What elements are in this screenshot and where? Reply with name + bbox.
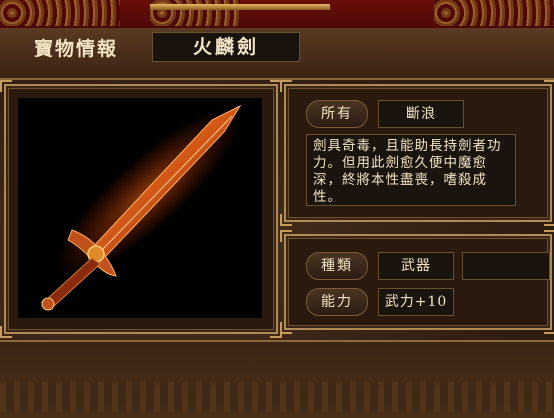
gold-trim [150, 4, 330, 10]
owner-value: 斷浪 [378, 100, 464, 128]
frame-corner [280, 230, 292, 242]
frame-corner [280, 214, 292, 226]
frame-corner [544, 230, 554, 242]
type-extra-field [462, 252, 550, 280]
ability-value: 武力+10 [378, 288, 454, 316]
type-label: 種類 [306, 252, 368, 280]
cloud-ornament [434, 0, 554, 26]
item-name: 火麟劍 [152, 32, 300, 62]
item-stats-panel: 種類 武器 能力 武力+10 [280, 230, 554, 334]
sword-illustration [41, 104, 242, 311]
panel-title: 寶物情報 [34, 38, 119, 60]
item-description: 劍具奇毒，且能助長持劍者功力。但用此劍愈久便中魔愈深，終將本性盡喪，嗜殺成性。 [306, 134, 516, 206]
owner-label: 所有 [306, 100, 368, 128]
cloud-ornament [0, 0, 120, 26]
frame-corner [0, 80, 12, 92]
top-ornament-strip [0, 0, 554, 30]
frame-corner [544, 214, 554, 226]
item-info-panel: 所有 斷浪 劍具奇毒，且能助長持劍者功力。但用此劍愈久便中魔愈深，終將本性盡喪，… [280, 80, 554, 226]
item-image-frame [0, 80, 282, 338]
frame-corner [0, 326, 12, 338]
frame-corner [280, 80, 292, 92]
lattice-ornament [0, 382, 554, 412]
item-image [18, 98, 262, 318]
type-value: 武器 [378, 252, 454, 280]
ability-label: 能力 [306, 288, 368, 316]
frame-corner [544, 322, 554, 334]
frame-corner [280, 322, 292, 334]
bottom-ornament-band [0, 340, 554, 418]
frame-corner [544, 80, 554, 92]
